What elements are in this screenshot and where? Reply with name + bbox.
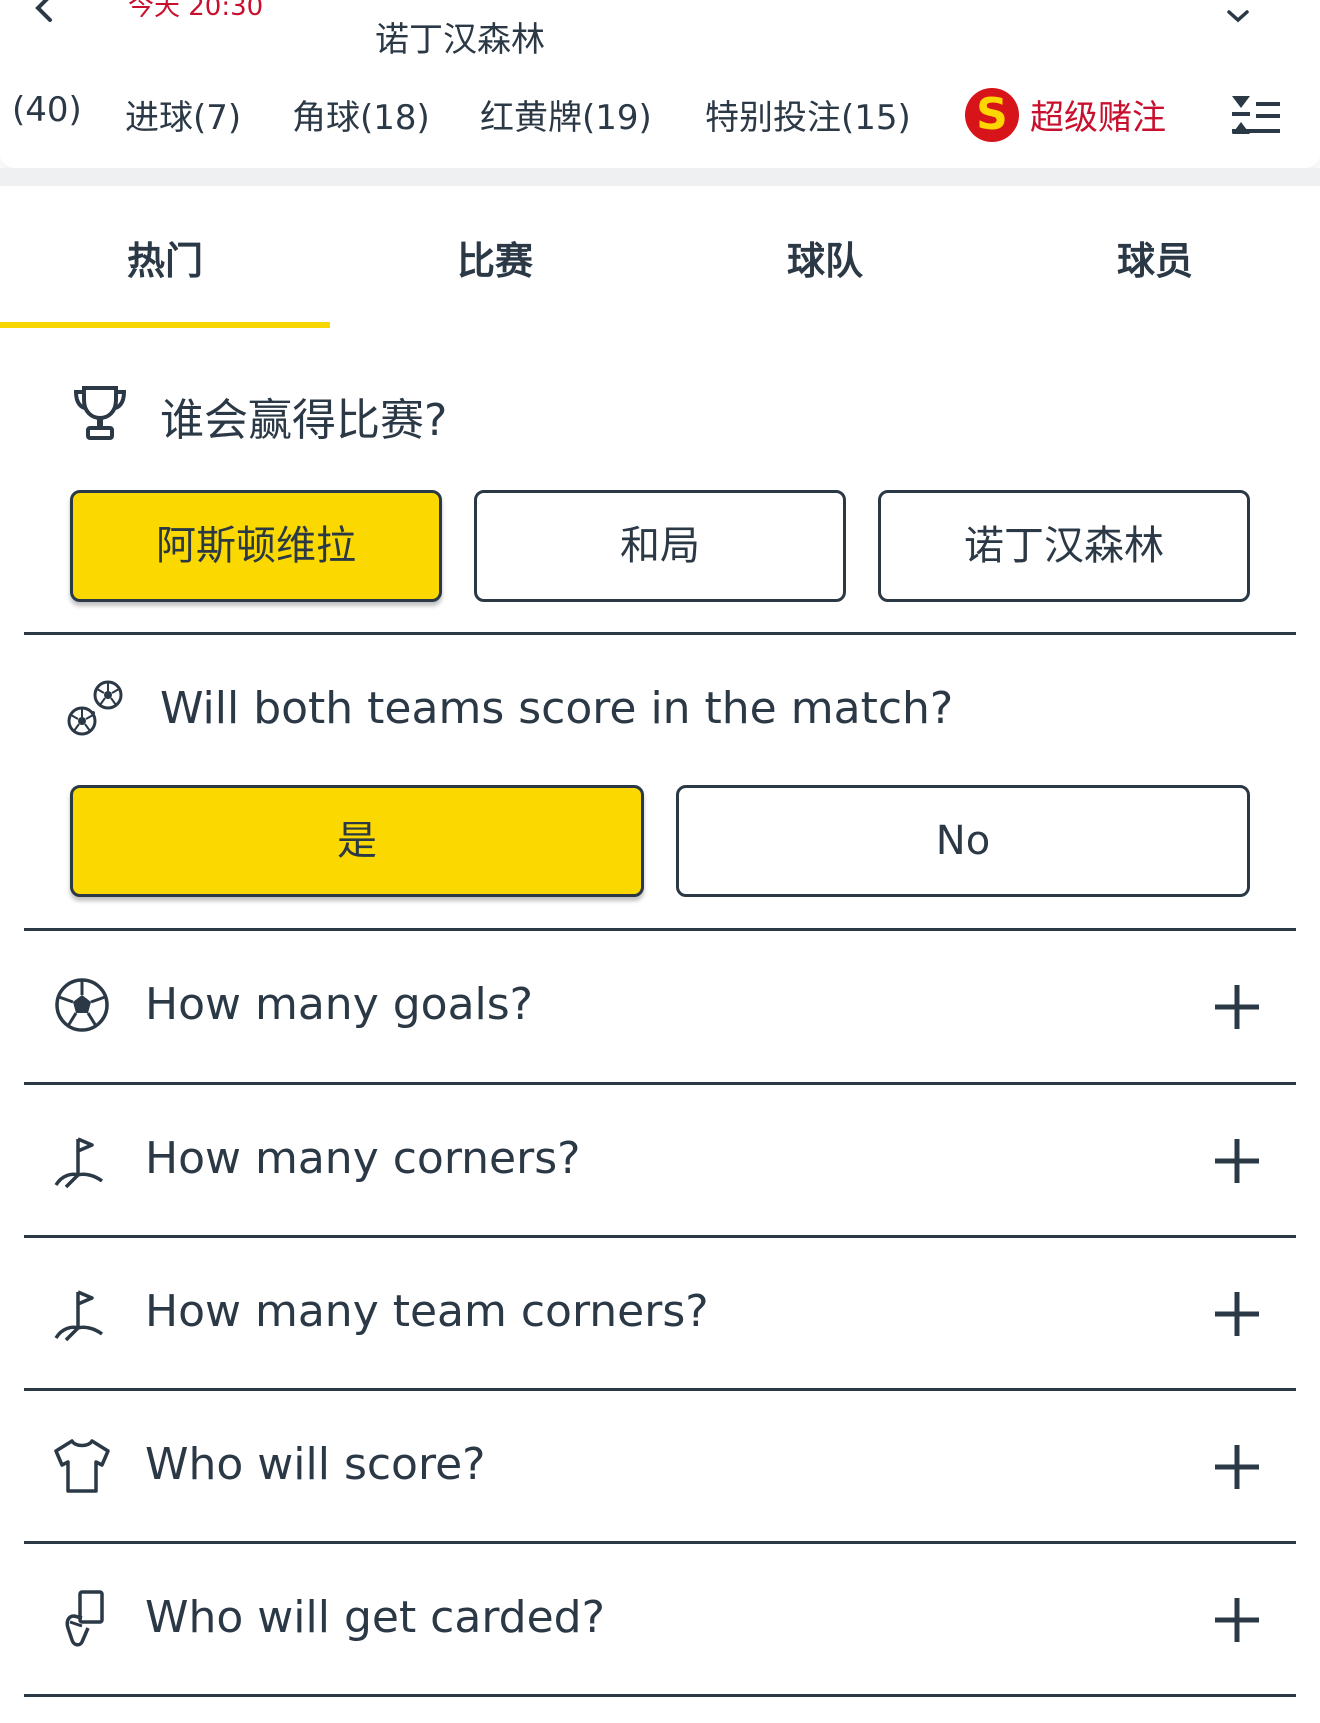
option-home-button[interactable]: 阿斯顿维拉 bbox=[70, 490, 442, 602]
expand-plus-icon[interactable] bbox=[1213, 1290, 1261, 1338]
expand-plus-icon[interactable] bbox=[1213, 1596, 1261, 1644]
accordion-row-scorers[interactable]: Who will score? bbox=[0, 1391, 1320, 1541]
match-time: 今天 20:30 bbox=[128, 0, 264, 22]
super-bet-logo[interactable]: S bbox=[965, 88, 1019, 142]
corner-flag-icon bbox=[54, 1137, 104, 1189]
btts-market: Will both teams score in the match? 是 No bbox=[0, 635, 1320, 930]
section-tabs: 热门 比赛 球队 球员 bbox=[0, 186, 1320, 328]
tab-team[interactable]: 球队 bbox=[660, 230, 990, 285]
accordion-label: Who will get carded? bbox=[145, 1592, 605, 1643]
sort-menu-icon[interactable] bbox=[1230, 94, 1282, 136]
two-balls-icon bbox=[67, 680, 123, 736]
market-tab-super-bet[interactable]: 超级赌注 bbox=[1030, 90, 1166, 139]
accordion-row-corners[interactable]: How many corners? bbox=[0, 1085, 1320, 1235]
option-yes-button[interactable]: 是 bbox=[70, 785, 644, 897]
market-tab-specials[interactable]: 特别投注(15) bbox=[705, 90, 911, 139]
accordion-label: How many team corners? bbox=[145, 1286, 709, 1337]
divider bbox=[24, 1694, 1296, 1697]
accordion-row-cards[interactable]: Who will get carded? bbox=[0, 1544, 1320, 1694]
football-icon bbox=[55, 978, 109, 1032]
expand-plus-icon[interactable] bbox=[1213, 1443, 1261, 1491]
market-tab-cards[interactable]: 红黄牌(19) bbox=[480, 90, 652, 139]
accordion-label: Who will score? bbox=[145, 1439, 486, 1490]
match-title: 诺丁汉森林 bbox=[375, 20, 545, 60]
trophy-icon bbox=[73, 386, 127, 440]
expand-plus-icon[interactable] bbox=[1213, 1137, 1261, 1185]
option-draw-button[interactable]: 和局 bbox=[474, 490, 846, 602]
top-bar: 今天 20:30 诺丁汉森林 bbox=[0, 0, 1320, 60]
market-category-bar: (40) 进球(7) 角球(18) 红黄牌(19) 特别投注(15) S 超级赌… bbox=[0, 60, 1320, 168]
market-tab[interactable]: (40) bbox=[12, 90, 82, 130]
accordion-row-goals[interactable]: How many goals? bbox=[0, 931, 1320, 1081]
accordion-label: How many corners? bbox=[145, 1133, 581, 1184]
accordion-row-team-corners[interactable]: How many team corners? bbox=[0, 1238, 1320, 1388]
winner-market: 谁会赢得比赛? 阿斯顿维拉 和局 诺丁汉森林 bbox=[0, 328, 1320, 633]
accordion-label: How many goals? bbox=[145, 979, 534, 1030]
question-title: Will both teams score in the match? bbox=[160, 683, 954, 734]
question-title: 谁会赢得比赛? bbox=[160, 395, 448, 446]
tab-player[interactable]: 球员 bbox=[990, 230, 1320, 285]
section-separator bbox=[0, 168, 1320, 186]
market-tab-goals[interactable]: 进球(7) bbox=[125, 90, 241, 139]
tab-popular[interactable]: 热门 bbox=[0, 230, 330, 285]
tab-match[interactable]: 比赛 bbox=[330, 230, 660, 285]
corner-flag-icon bbox=[54, 1290, 104, 1342]
card-hand-icon bbox=[65, 1590, 104, 1647]
option-no-button[interactable]: No bbox=[676, 785, 1250, 897]
market-tab-corners[interactable]: 角球(18) bbox=[292, 90, 430, 139]
expand-plus-icon[interactable] bbox=[1213, 983, 1261, 1031]
back-arrow-icon[interactable] bbox=[30, 0, 60, 32]
chevron-down-icon[interactable] bbox=[1225, 6, 1251, 26]
shirt-icon bbox=[54, 1439, 110, 1493]
option-away-button[interactable]: 诺丁汉森林 bbox=[878, 490, 1250, 602]
